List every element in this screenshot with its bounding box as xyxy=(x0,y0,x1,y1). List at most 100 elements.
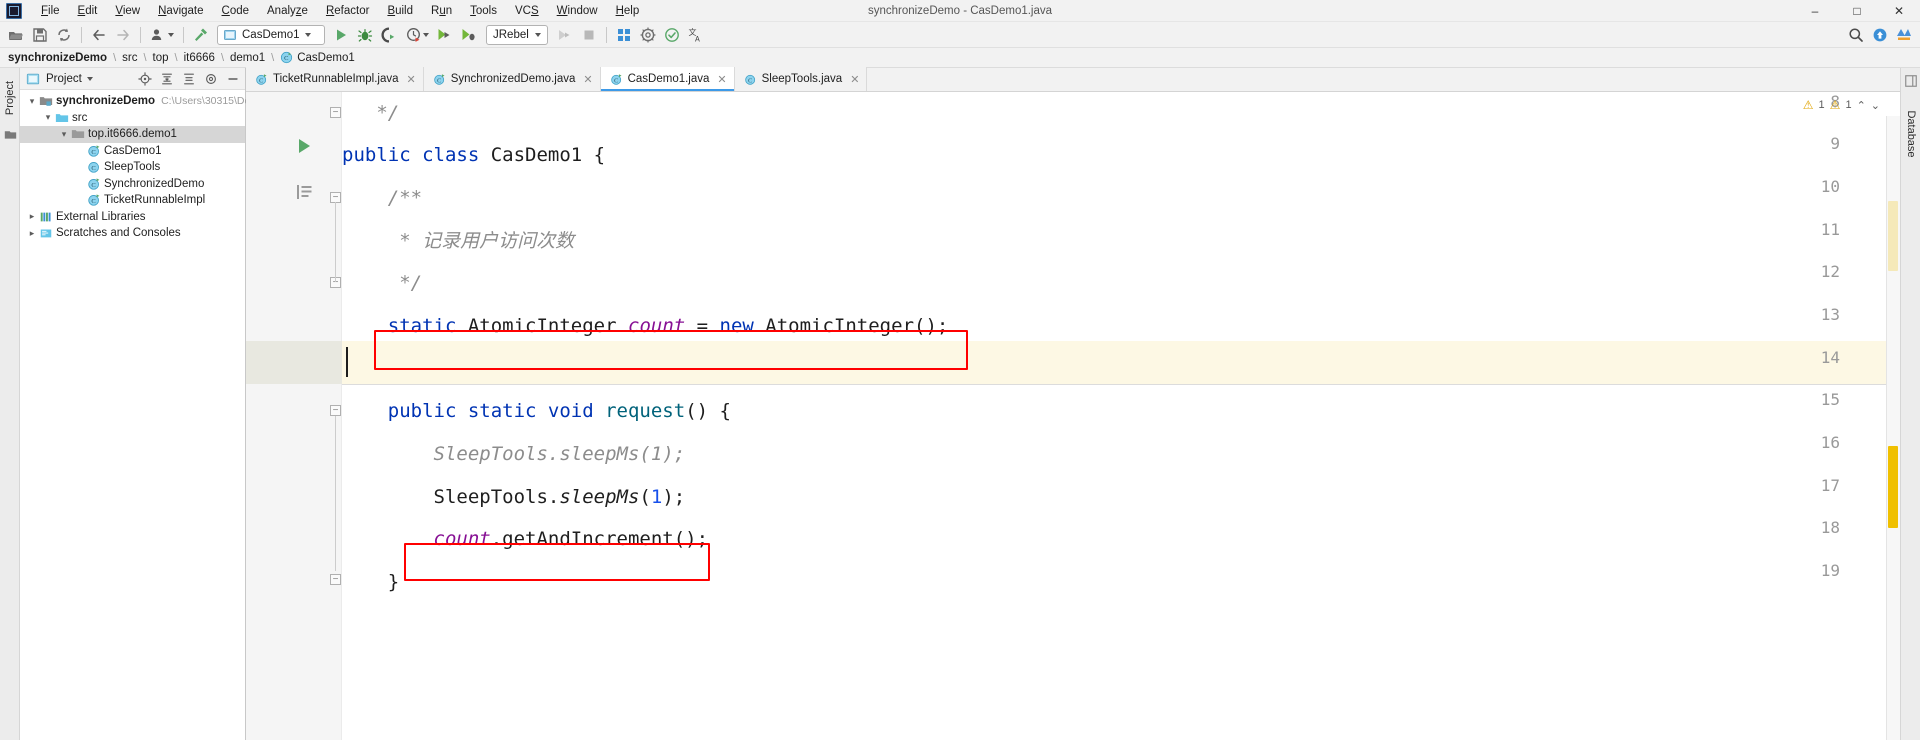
breadcrumb-item-1[interactable]: src xyxy=(122,52,137,64)
inspection-scrollbar[interactable] xyxy=(1886,116,1900,740)
tab-SleepTools[interactable]: C SleepTools.java ✕ xyxy=(734,67,868,91)
tree-item-SynchronizedDemo[interactable]: C SynchronizedDemo xyxy=(20,176,245,193)
build-project-icon[interactable] xyxy=(190,24,212,46)
tool-window-button-project[interactable]: Project xyxy=(0,78,20,124)
chevron-right-icon[interactable]: ▸ xyxy=(26,211,38,222)
inspection-status-icon[interactable] xyxy=(661,24,683,46)
scrollbar-thumb[interactable] xyxy=(1888,201,1898,271)
weak-warning-icon: ⚠ xyxy=(1829,98,1841,112)
gear-icon[interactable] xyxy=(637,24,659,46)
warning-marker[interactable] xyxy=(1888,446,1898,528)
code-text[interactable]: */ public class CasDemo1 { /** * 记录用户访问次… xyxy=(342,92,1900,740)
toggle-panel-icon[interactable] xyxy=(613,24,635,46)
jrebel-debug-icon[interactable] xyxy=(458,24,480,46)
warning-icon: ⚠ xyxy=(1802,98,1814,112)
close-icon[interactable]: ✕ xyxy=(850,73,859,86)
settings-icon[interactable] xyxy=(202,70,219,87)
tree-item-package[interactable]: ▾ top.it6666.demo1 xyxy=(20,126,245,143)
menu-navigate[interactable]: Navigate xyxy=(149,3,212,19)
menu-analyze[interactable]: Analyze xyxy=(258,3,317,19)
run-line-marker-icon[interactable] xyxy=(294,136,314,161)
debug-button[interactable] xyxy=(354,24,376,46)
tab-CasDemo1[interactable]: C CasDemo1.java ✕ xyxy=(600,67,735,91)
menu-run[interactable]: Run xyxy=(422,3,461,19)
menu-edit[interactable]: Edit xyxy=(69,3,107,19)
chevron-down-icon[interactable] xyxy=(534,32,541,37)
jrebel-selector[interactable]: JRebel xyxy=(486,24,548,45)
fold-marker-icon[interactable]: − xyxy=(330,405,341,416)
tree-item-scratches-and-consoles[interactable]: ▸ Scratches and Consoles xyxy=(20,225,245,242)
menu-tools[interactable]: Tools xyxy=(461,3,506,19)
tree-item-SleepTools[interactable]: C SleepTools xyxy=(20,159,245,176)
chevron-right-icon[interactable]: ▸ xyxy=(26,228,38,239)
close-icon[interactable]: ✕ xyxy=(583,73,592,86)
tab-SynchronizedDemo[interactable]: C SynchronizedDemo.java ✕ xyxy=(423,67,601,91)
updates-icon[interactable] xyxy=(1869,24,1891,46)
menu-view[interactable]: View xyxy=(106,3,149,19)
save-all-icon[interactable] xyxy=(29,24,51,46)
tree-item-TicketRunnableImpl[interactable]: C TicketRunnableImpl xyxy=(20,192,245,209)
locate-icon[interactable] xyxy=(136,70,153,87)
inspection-summary[interactable]: ⚠ 1 ⚠ 1 ⌃ ⌄ xyxy=(1803,94,1886,116)
menu-build[interactable]: Build xyxy=(378,3,422,19)
maximize-button[interactable]: □ xyxy=(1836,0,1878,22)
javadoc-marker-icon[interactable] xyxy=(294,182,314,207)
tree-item-CasDemo1[interactable]: C CasDemo1 xyxy=(20,143,245,160)
chevron-down-icon[interactable] xyxy=(86,76,93,81)
collapse-all-icon[interactable] xyxy=(180,70,197,87)
breadcrumb-separator: \ xyxy=(220,51,224,64)
chevron-down-icon[interactable] xyxy=(304,32,311,37)
profile-icon[interactable] xyxy=(147,24,177,46)
close-button[interactable]: ✕ xyxy=(1878,0,1920,22)
breadcrumb-item-4[interactable]: demo1 xyxy=(230,52,265,64)
code-editor[interactable]: 8 9 10 11 12 13 14 15 16 17 18 19 − − − xyxy=(246,92,1900,740)
chevron-down-icon[interactable]: ▾ xyxy=(26,96,38,107)
breadcrumb-item-0[interactable]: synchronizeDemo xyxy=(8,52,107,64)
fold-marker-icon[interactable]: − xyxy=(330,107,341,118)
menu-refactor[interactable]: Refactor xyxy=(317,3,378,19)
breadcrumb-separator: \ xyxy=(271,51,275,64)
navigate-back-icon[interactable] xyxy=(88,24,110,46)
run-button[interactable] xyxy=(330,24,352,46)
fold-marker-icon[interactable]: − xyxy=(330,574,341,585)
tree-item-synchronizeDemo[interactable]: ▾ synchronizeDemo C:\Users\30315\Dow xyxy=(20,93,258,110)
breadcrumb-item-3[interactable]: it6666 xyxy=(184,52,215,64)
expand-all-icon[interactable] xyxy=(158,70,175,87)
close-icon[interactable]: ✕ xyxy=(407,73,416,86)
breadcrumb-item-5[interactable]: C CasDemo1 xyxy=(280,51,355,64)
profiler-button[interactable] xyxy=(402,24,432,46)
tool-window-button-database[interactable]: Database xyxy=(1901,104,1920,174)
chevron-down-icon[interactable]: ▾ xyxy=(58,129,70,140)
menu-file[interactable]: File xyxy=(32,3,69,19)
text-caret xyxy=(346,347,348,377)
chevron-down-icon[interactable]: ▾ xyxy=(42,112,54,123)
open-project-icon[interactable] xyxy=(5,24,27,46)
jrebel-run-icon[interactable] xyxy=(434,24,456,46)
run-with-coverage-button[interactable] xyxy=(378,24,400,46)
maximize-tool-icon[interactable] xyxy=(1904,74,1918,93)
close-icon[interactable]: ✕ xyxy=(717,73,726,86)
main-toolbar: CasDemo1 JRebel 文 A xyxy=(0,22,1920,48)
next-problem-icon[interactable]: ⌄ xyxy=(1871,99,1880,112)
account-icon[interactable] xyxy=(1893,24,1915,46)
search-icon[interactable] xyxy=(1845,24,1867,46)
tree-item-src[interactable]: ▾ src xyxy=(20,110,245,127)
menu-help[interactable]: Help xyxy=(607,3,649,19)
run-configuration-selector[interactable]: CasDemo1 xyxy=(217,24,325,45)
tree-label: SleepTools xyxy=(104,161,161,174)
structure-icon[interactable] xyxy=(4,128,17,146)
minimize-button[interactable]: – xyxy=(1794,0,1836,22)
hide-panel-icon[interactable] xyxy=(224,70,241,87)
menu-vcs[interactable]: VCS xyxy=(506,3,548,19)
menu-bar: File Edit View Navigate Code Analyze Ref… xyxy=(0,0,1920,22)
tab-TicketRunnableImpl[interactable]: C TicketRunnableImpl.java ✕ xyxy=(246,67,424,91)
menu-window[interactable]: Window xyxy=(548,3,607,19)
breadcrumb-item-2[interactable]: top xyxy=(153,52,169,64)
prev-problem-icon[interactable]: ⌃ xyxy=(1857,99,1866,112)
navigate-forward-icon[interactable] xyxy=(112,24,134,46)
translate-icon[interactable]: 文A xyxy=(685,24,707,46)
menu-code[interactable]: Code xyxy=(213,3,259,19)
svg-text:C: C xyxy=(91,198,95,205)
synchronize-icon[interactable] xyxy=(53,24,75,46)
tree-item-external-libraries[interactable]: ▸ External Libraries xyxy=(20,209,245,226)
